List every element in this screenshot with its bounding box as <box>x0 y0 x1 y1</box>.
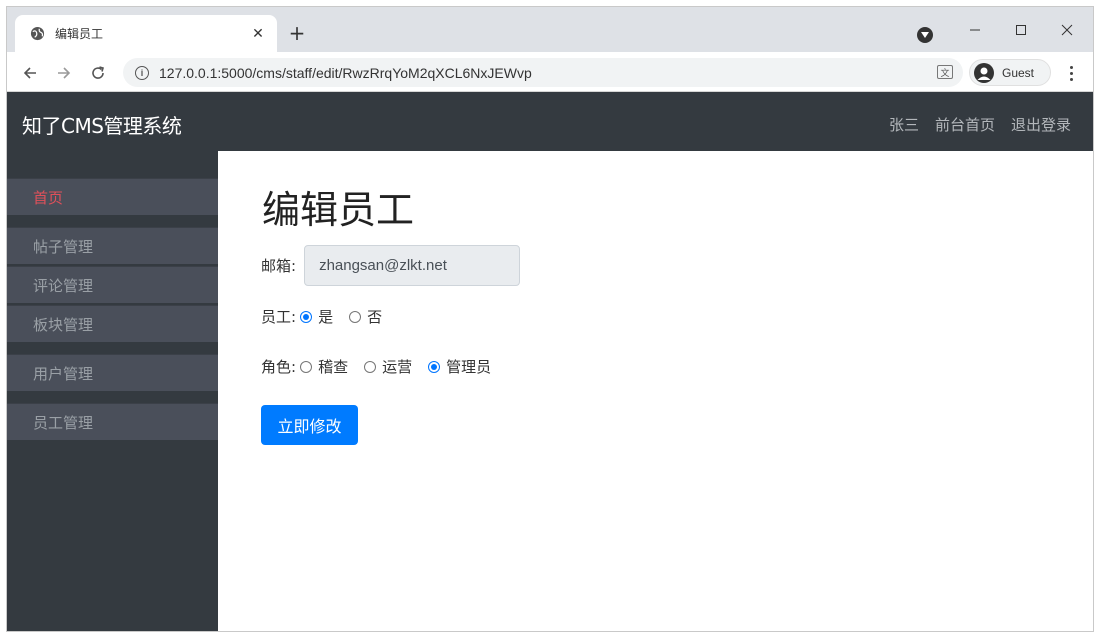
logout-link[interactable]: 退出登录 <box>1011 114 1071 135</box>
browser-toolbar: i 127.0.0.1:5000/cms/staff/edit/RwzRrqYo… <box>7 52 1093 92</box>
browser-window: 编辑员工 ✕ + i 127.0.0.1:5000/cms/staff/edit… <box>6 6 1094 632</box>
profile-label: Guest <box>1002 65 1035 80</box>
main-content: 编辑员工 邮箱: zhangsan@zlkt.net 员工: 是 否 角色: 稽… <box>218 151 1093 631</box>
staff-option-no-label: 否 <box>367 308 383 326</box>
email-field[interactable]: zhangsan@zlkt.net <box>304 245 521 286</box>
staff-option-yes[interactable]: 是 <box>300 306 333 327</box>
window-close-icon[interactable] <box>1044 15 1090 45</box>
forward-icon[interactable] <box>51 60 77 86</box>
role-option-operations-label: 运营 <box>382 358 413 376</box>
avatar-icon <box>974 62 994 83</box>
globe-icon <box>29 26 45 42</box>
role-label: 角色: <box>261 358 297 376</box>
more-icon[interactable] <box>1061 61 1081 85</box>
role-radio-group: 稽查 运营 管理员 <box>300 356 507 377</box>
profile-button[interactable]: Guest <box>969 59 1051 86</box>
role-row: 角色: 稽查 运营 管理员 <box>261 356 507 377</box>
reload-icon[interactable] <box>85 60 111 86</box>
staff-option-yes-label: 是 <box>318 308 334 326</box>
profile-indicator-icon[interactable] <box>917 27 933 43</box>
staff-option-no[interactable]: 否 <box>349 306 382 327</box>
brand-title[interactable]: 知了CMS管理系统 <box>22 110 182 139</box>
role-option-inspect[interactable]: 稽查 <box>300 356 348 377</box>
app-navbar: 知了CMS管理系统 张三 前台首页 退出登录 <box>7 92 1093 151</box>
sidebar-item-staff[interactable]: 员工管理 <box>7 403 218 440</box>
email-label: 邮箱: <box>261 257 297 275</box>
role-option-admin[interactable]: 管理员 <box>428 356 491 377</box>
submit-button[interactable]: 立即修改 <box>261 405 358 445</box>
back-icon[interactable] <box>17 60 43 86</box>
email-row: 邮箱: zhangsan@zlkt.net <box>261 245 521 286</box>
minimize-icon[interactable] <box>952 15 998 45</box>
radio-inspect[interactable] <box>300 360 313 373</box>
role-option-operations[interactable]: 运营 <box>364 356 412 377</box>
sidebar-item-home[interactable]: 首页 <box>7 178 218 215</box>
sidebar: 首页 帖子管理 评论管理 板块管理 用户管理 员工管理 <box>7 151 218 631</box>
sidebar-item-comments[interactable]: 评论管理 <box>7 266 218 303</box>
radio-admin[interactable] <box>428 360 441 373</box>
close-icon[interactable]: ✕ <box>247 23 269 45</box>
frontend-home-link[interactable]: 前台首页 <box>935 114 995 135</box>
translate-icon[interactable]: 文 <box>937 65 953 79</box>
staff-radio-group: 是 否 <box>300 306 398 327</box>
sidebar-item-users[interactable]: 用户管理 <box>7 354 218 391</box>
address-bar[interactable]: i 127.0.0.1:5000/cms/staff/edit/RwzRrqYo… <box>123 58 963 87</box>
header-links: 张三 前台首页 退出登录 <box>889 114 1071 135</box>
staff-label: 员工: <box>261 308 297 326</box>
radio-yes[interactable] <box>300 310 313 323</box>
page-title: 编辑员工 <box>262 188 415 232</box>
plus-icon[interactable]: + <box>285 21 309 45</box>
tab-title: 编辑员工 <box>55 27 104 41</box>
maximize-icon[interactable] <box>998 15 1044 45</box>
sidebar-item-boards[interactable]: 板块管理 <box>7 305 218 342</box>
info-icon[interactable]: i <box>135 65 149 80</box>
role-option-admin-label: 管理员 <box>446 358 492 376</box>
tab-strip: 编辑员工 ✕ + <box>7 7 1093 52</box>
sidebar-item-posts[interactable]: 帖子管理 <box>7 227 218 264</box>
radio-no[interactable] <box>349 310 362 323</box>
user-name-link[interactable]: 张三 <box>889 114 919 135</box>
staff-row: 员工: 是 否 <box>261 306 398 327</box>
radio-operations[interactable] <box>364 360 377 373</box>
role-option-inspect-label: 稽查 <box>318 358 349 376</box>
url-text[interactable]: 127.0.0.1:5000/cms/staff/edit/RwzRrqYoM2… <box>159 65 532 81</box>
browser-tab[interactable]: 编辑员工 ✕ <box>15 15 277 52</box>
